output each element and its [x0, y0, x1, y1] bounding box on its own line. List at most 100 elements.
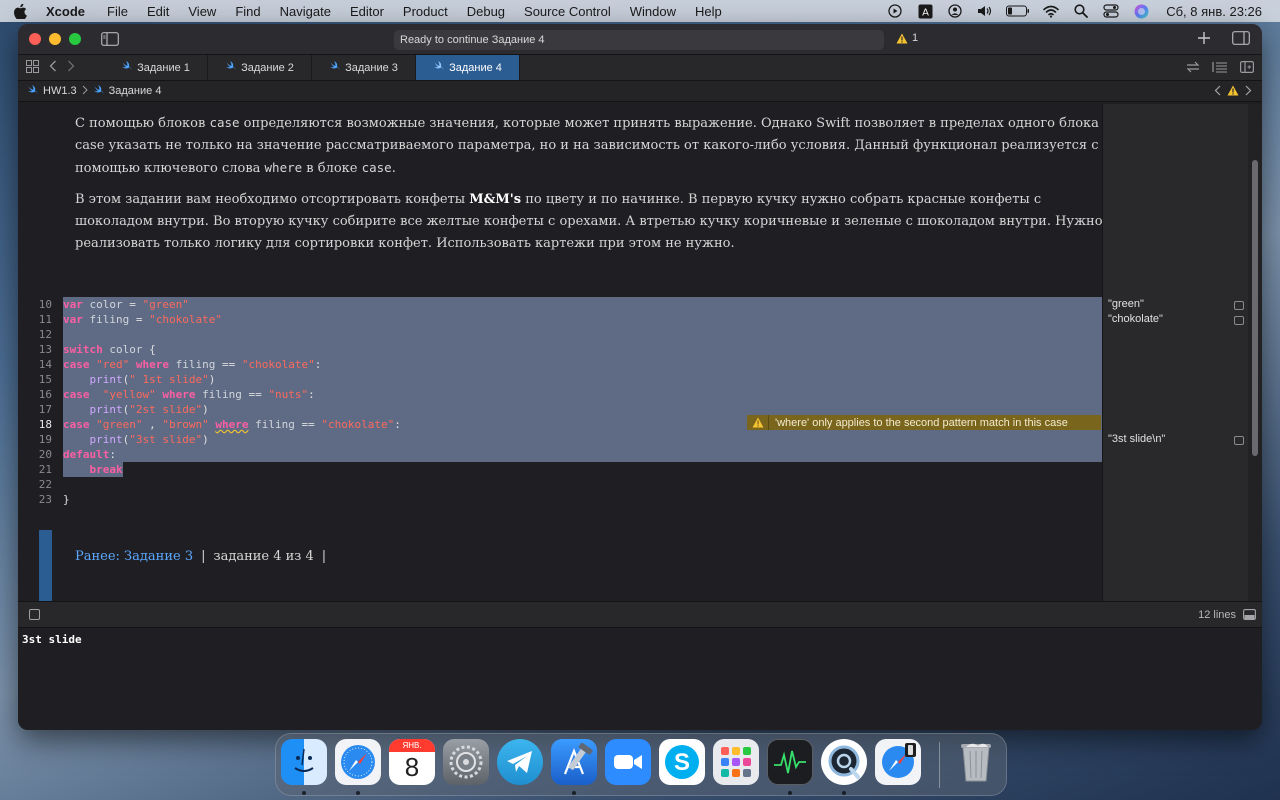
menu-navigate[interactable]: Navigate: [280, 4, 331, 19]
result-value: "green": [1108, 298, 1144, 310]
source-editor[interactable]: С помощью блоков case определяются возмо…: [18, 104, 1102, 601]
svg-text:S: S: [674, 749, 690, 776]
window-titlebar: Ready to continue Задание 4 1: [18, 24, 1262, 55]
zoom-window-button[interactable]: [69, 33, 81, 45]
warning-count: 1: [912, 32, 919, 44]
xcode-icon[interactable]: [551, 739, 597, 785]
swift-icon: [93, 84, 104, 98]
svg-text:A: A: [922, 7, 929, 18]
forward-chevron-icon[interactable]: [67, 60, 75, 75]
swift-icon: [329, 61, 340, 74]
warning-icon[interactable]: [1227, 85, 1239, 99]
titlebar-right-controls: [1198, 31, 1250, 48]
system-preferences-icon[interactable]: [443, 739, 489, 785]
menu-source-control[interactable]: Source Control: [524, 4, 611, 19]
tab-zadanie-2[interactable]: Задание 2: [208, 55, 312, 80]
debug-area-toggle-icon[interactable]: [1243, 609, 1256, 623]
menu-file[interactable]: File: [107, 4, 128, 19]
wifi-icon[interactable]: [1042, 4, 1060, 18]
running-indicator: [302, 791, 306, 795]
editor-options-icon[interactable]: [1212, 61, 1228, 76]
activity-warning-indicator[interactable]: 1: [896, 32, 918, 44]
navigator-toggle-icon[interactable]: [101, 32, 119, 46]
menu-help[interactable]: Help: [695, 4, 722, 19]
code-block[interactable]: 10 var color = "green" 11 var filing = "ch…: [18, 297, 1102, 507]
finder-icon[interactable]: [281, 739, 327, 785]
code-line: 10 var color = "green": [38, 298, 189, 311]
result-value: "3st slide\n": [1108, 433, 1166, 445]
tab-label: Задание 3: [345, 61, 398, 74]
xcode-window: Ready to continue Задание 4 1 Задание 1 …: [18, 24, 1262, 730]
battery-icon[interactable]: [1006, 4, 1030, 18]
running-indicator: [788, 791, 792, 795]
play-circle-icon[interactable]: [886, 4, 904, 18]
quick-look-button[interactable]: [1234, 436, 1244, 445]
menu-editor[interactable]: Editor: [350, 4, 384, 19]
page-position: задание 4 из 4: [213, 549, 314, 564]
swift-icon: [121, 61, 132, 74]
tab-label: Задание 1: [137, 61, 190, 74]
menu-clock[interactable]: Сб, 8 янв. 23:26: [1166, 4, 1262, 19]
tab-label: Задание 4: [449, 61, 502, 74]
previous-page-link[interactable]: Ранее: Задание 3: [75, 549, 193, 564]
add-icon[interactable]: [1198, 32, 1210, 47]
telegram-icon[interactable]: [497, 739, 543, 785]
editor-scrollbar[interactable]: [1248, 104, 1262, 601]
apple-icon[interactable]: [14, 3, 32, 19]
code-review-icon[interactable]: [1186, 61, 1200, 76]
safari-technology-preview-icon[interactable]: [875, 739, 921, 785]
quick-look-button[interactable]: [1234, 301, 1244, 310]
breadcrumb-project[interactable]: HW1.3: [43, 85, 77, 97]
menu-app-name[interactable]: Xcode: [46, 4, 85, 19]
jump-bar: HW1.3 Задание 4: [18, 81, 1262, 102]
line-count: 12 lines: [1198, 609, 1236, 621]
activity-viewer[interactable]: Ready to continue Задание 4: [394, 30, 884, 50]
previous-issue-icon[interactable]: [1214, 85, 1221, 99]
siri-icon[interactable]: [1132, 4, 1150, 18]
menu-view[interactable]: View: [188, 4, 216, 19]
tab-zadanie-4[interactable]: Задание 4: [416, 55, 520, 80]
keyboard-input-icon[interactable]: A: [916, 4, 934, 18]
close-window-button[interactable]: [29, 33, 41, 45]
quicktime-icon[interactable]: [821, 739, 867, 785]
inline-warning-banner[interactable]: 'where' only applies to the second patte…: [747, 415, 1101, 430]
volume-icon[interactable]: [976, 4, 994, 18]
breadcrumb-page[interactable]: Задание 4: [109, 85, 162, 97]
run-mode-checkbox[interactable]: [29, 609, 40, 620]
breadcrumb-separator-icon: [82, 85, 88, 98]
activity-monitor-icon[interactable]: [767, 739, 813, 785]
menu-edit[interactable]: Edit: [147, 4, 169, 19]
tab-zadanie-1[interactable]: Задание 1: [104, 55, 208, 80]
trash-icon[interactable]: [953, 739, 999, 785]
menu-find[interactable]: Find: [235, 4, 260, 19]
next-issue-icon[interactable]: [1245, 85, 1252, 99]
menu-debug[interactable]: Debug: [467, 4, 505, 19]
scrollbar-thumb[interactable]: [1252, 160, 1258, 456]
back-chevron-icon[interactable]: [49, 60, 57, 75]
swift-icon: [225, 61, 236, 74]
inspector-toggle-icon[interactable]: [1232, 31, 1250, 48]
launchpad-icon[interactable]: [713, 739, 759, 785]
split-editor-icon[interactable]: [1240, 61, 1255, 76]
control-center-icon[interactable]: [1102, 4, 1120, 18]
search-icon[interactable]: [1072, 4, 1090, 18]
footer-separator: |: [201, 549, 206, 564]
menu-product[interactable]: Product: [403, 4, 448, 19]
window-controls: [29, 33, 81, 45]
safari-icon[interactable]: [335, 739, 381, 785]
grid-icon[interactable]: [26, 59, 39, 76]
console-output[interactable]: 3st slide: [18, 628, 1262, 730]
status-area: A Сб, 8 янв. 23:26: [886, 4, 1280, 19]
footer-separator: |: [321, 549, 327, 564]
menu-window[interactable]: Window: [630, 4, 676, 19]
calendar-icon[interactable]: ЯНВ. 8: [389, 739, 435, 785]
user-circle-icon[interactable]: [946, 4, 964, 18]
zoom-icon[interactable]: [605, 739, 651, 785]
minimize-window-button[interactable]: [49, 33, 61, 45]
tab-zadanie-3[interactable]: Задание 3: [312, 55, 416, 80]
skype-icon[interactable]: S: [659, 739, 705, 785]
code-line: 12: [38, 328, 52, 341]
page-footer-navigation: Ранее: Задание 3 | задание 4 из 4 |: [75, 549, 326, 564]
quick-look-button[interactable]: [1234, 316, 1244, 325]
warning-message: 'where' only applies to the second patte…: [775, 416, 1068, 429]
